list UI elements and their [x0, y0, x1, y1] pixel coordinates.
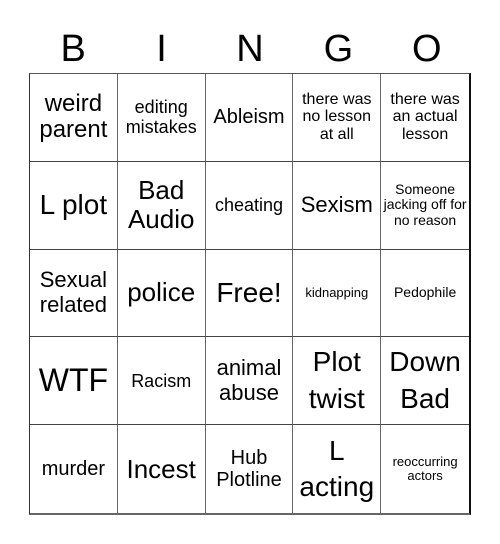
cell-label: Incest	[126, 453, 196, 484]
cell-label: weird parent	[39, 89, 108, 144]
cell-label: L plot	[39, 189, 108, 220]
bingo-cell[interactable]: Sexual related	[30, 249, 118, 338]
cell-label: WTF	[38, 361, 109, 398]
cell-label: editing mistakes	[125, 97, 197, 138]
bingo-cell[interactable]: Incest	[118, 425, 206, 513]
bingo-cell[interactable]: Down Bad	[381, 337, 469, 426]
bingo-cell[interactable]: reoccurring actors	[381, 425, 469, 513]
bingo-cell[interactable]: murder	[30, 425, 118, 513]
cell-label: murder	[41, 457, 106, 480]
cell-label: there was an actual lesson	[390, 90, 460, 144]
bingo-cell[interactable]: animal abuse	[205, 337, 294, 426]
header-letter-n: N	[236, 27, 264, 70]
cell-label: Plot twist	[308, 346, 365, 414]
cell-label: Sexism	[300, 191, 373, 217]
bingo-cell[interactable]: Sexism	[293, 161, 382, 250]
cell-label: police	[127, 277, 196, 308]
bingo-cell[interactable]: L plot	[30, 161, 118, 250]
cell-label: animal abuse	[216, 355, 282, 405]
bingo-cell[interactable]: Ableism	[205, 74, 294, 162]
bingo-cell[interactable]: Pedophile	[381, 250, 469, 338]
cell-label: there was no lesson at all	[302, 90, 372, 144]
free-space-cell[interactable]: Free!	[205, 249, 294, 338]
bingo-grid: weird parent editing mistakes Ableism th…	[29, 73, 471, 515]
cell-label: Sexual related	[39, 267, 108, 317]
bingo-header: B I N G O	[29, 24, 471, 73]
cell-label: cheating	[214, 195, 284, 216]
cell-label: reoccurring actors	[392, 453, 458, 484]
bingo-cell[interactable]: kidnapping	[293, 249, 382, 338]
cell-label: Bad Audio	[127, 175, 195, 235]
bingo-cell[interactable]: cheating	[205, 161, 294, 250]
bingo-cell[interactable]: there was no lesson at all	[293, 74, 382, 162]
bingo-cell[interactable]: WTF	[30, 337, 118, 426]
bingo-cell[interactable]: Racism	[117, 337, 206, 426]
bingo-cell[interactable]: Someone jacking off for no reason	[381, 162, 469, 250]
cell-label: kidnapping	[305, 284, 369, 300]
bingo-cell[interactable]: L acting	[293, 425, 382, 513]
bingo-cell[interactable]: Hub Plotline	[206, 425, 294, 513]
bingo-cell[interactable]: weird parent	[30, 74, 118, 162]
bingo-cell[interactable]: Plot twist	[293, 337, 382, 426]
bingo-cell[interactable]: Bad Audio	[117, 161, 206, 250]
bingo-cell[interactable]: there was an actual lesson	[381, 74, 469, 162]
cell-label: L acting	[299, 434, 375, 503]
header-letter-g: G	[323, 27, 354, 70]
bingo-cell[interactable]: editing mistakes	[117, 74, 206, 162]
cell-label: Down Bad	[389, 346, 461, 414]
cell-label: Hub Plotline	[216, 446, 282, 492]
cell-label: Racism	[131, 370, 192, 391]
cell-label: Free!	[216, 276, 282, 308]
cell-label: Pedophile	[393, 284, 457, 301]
bingo-cell[interactable]: police	[117, 249, 206, 338]
header-letter-i: I	[156, 27, 167, 70]
header-letter-o: O	[411, 27, 442, 70]
cell-label: Someone jacking off for no reason	[383, 180, 467, 229]
header-letter-b: B	[60, 27, 86, 70]
cell-label: Ableism	[213, 106, 285, 129]
